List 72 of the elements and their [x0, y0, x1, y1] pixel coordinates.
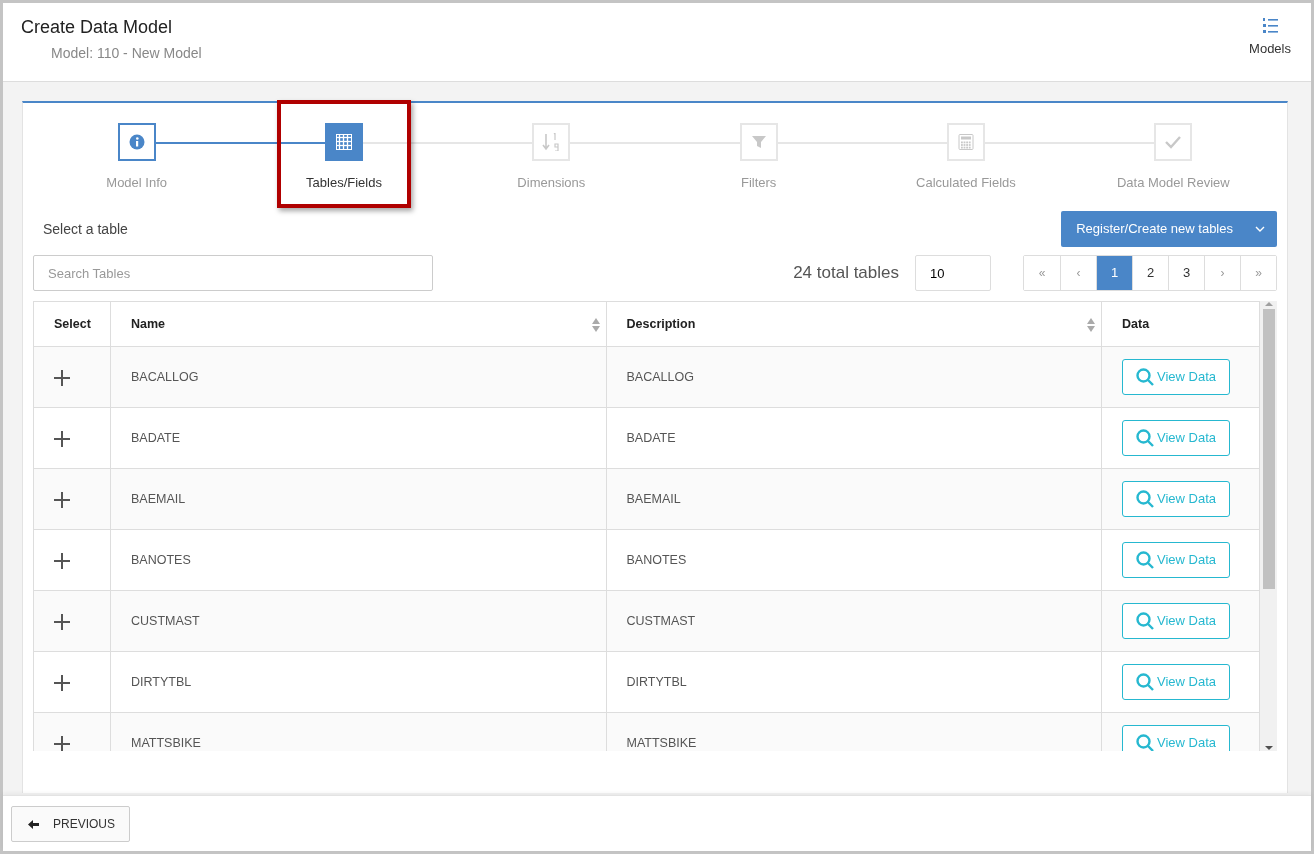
sort-icon	[591, 318, 600, 332]
scroll-up-icon	[1264, 301, 1273, 307]
plus-icon	[54, 552, 70, 569]
column-header[interactable]: Description	[606, 301, 1102, 347]
search-icon	[1136, 490, 1154, 508]
plus-icon	[54, 674, 70, 691]
view-data-button[interactable]: View Data	[1122, 725, 1230, 751]
view-data-button[interactable]: View Data	[1122, 542, 1230, 578]
caret-icon	[1255, 226, 1265, 232]
step-label: Dimensions	[517, 174, 586, 192]
plus-icon	[54, 430, 70, 447]
view-data-button[interactable]: View Data	[1122, 481, 1230, 517]
plus-icon	[54, 369, 70, 386]
page-size-field[interactable]: 10	[915, 255, 991, 291]
table-name-cell: BACALLOG	[110, 346, 606, 408]
previous-button[interactable]: PREVIOUS	[11, 806, 130, 842]
info-icon	[128, 134, 145, 150]
table-name-cell: CUSTMAST	[110, 590, 606, 652]
column-header: Data	[1101, 301, 1260, 347]
filter-icon	[750, 134, 767, 150]
search-icon	[1136, 429, 1154, 447]
description-cell: BANOTES	[606, 529, 1102, 591]
scroll-down-icon	[1264, 745, 1273, 751]
plus-icon	[54, 735, 70, 751]
description-cell: CUSTMAST	[606, 590, 1102, 652]
section-label: Select a table	[42, 219, 128, 239]
view-data-button[interactable]: View Data	[1122, 603, 1230, 639]
models-button[interactable]: Models	[1247, 17, 1293, 67]
table-name-cell: BANOTES	[110, 529, 606, 591]
step-label: Calculated Fields	[916, 174, 1016, 192]
column-header[interactable]: Name	[110, 301, 606, 347]
sort-numeric-icon	[542, 133, 561, 151]
table-name-cell: BAEMAIL	[110, 468, 606, 530]
search-field[interactable]: Search Tables	[33, 255, 433, 291]
step-button[interactable]	[325, 123, 363, 161]
table-name-cell: DIRTYTBL	[110, 651, 606, 713]
step-button[interactable]	[117, 123, 156, 161]
step-label: Model Info	[106, 174, 167, 192]
page-number-button[interactable]: 1	[1096, 256, 1132, 290]
table-name-cell: MATTSBIKE	[110, 712, 606, 751]
plus-icon	[54, 491, 70, 508]
step-label: Filters	[740, 174, 777, 192]
sort-icon	[1087, 318, 1095, 332]
description-cell: BAEMAIL	[606, 468, 1102, 530]
column-header: Select	[33, 301, 111, 347]
view-data-button[interactable]: View Data	[1122, 420, 1230, 456]
scrollbar[interactable]	[1260, 301, 1277, 751]
description-cell: DIRTYTBL	[606, 651, 1102, 713]
model-subtitle: Model: 110 - New Model	[50, 43, 202, 63]
view-data-button[interactable]: View Data	[1122, 664, 1230, 700]
step-label: Data Model Review	[1116, 174, 1230, 192]
grid-icon	[336, 134, 352, 150]
checkmark-icon	[1165, 135, 1182, 149]
plus-icon	[54, 613, 70, 630]
search-icon	[1136, 734, 1154, 751]
register-tables-button[interactable]: Register/Create new tables	[1061, 211, 1277, 247]
search-icon	[1136, 368, 1154, 386]
calculator-icon	[957, 134, 974, 150]
pager-arrow-button[interactable]: »	[1240, 256, 1276, 290]
description-cell: BADATE	[606, 407, 1102, 469]
table-name-cell: BADATE	[110, 407, 606, 469]
search-icon	[1136, 673, 1154, 691]
search-icon	[1136, 551, 1154, 569]
arrow-left-icon	[28, 819, 39, 829]
page-title: Create Data Model	[21, 17, 174, 39]
total-tables-count: 24 total tables	[793, 262, 899, 285]
description-cell: BACALLOG	[606, 346, 1102, 408]
step-label: Tables/Fields	[306, 174, 382, 192]
view-data-button[interactable]: View Data	[1122, 359, 1230, 395]
numbered-list-icon	[1262, 17, 1279, 35]
search-icon	[1136, 612, 1154, 630]
description-cell: MATTSBIKE	[606, 712, 1102, 751]
